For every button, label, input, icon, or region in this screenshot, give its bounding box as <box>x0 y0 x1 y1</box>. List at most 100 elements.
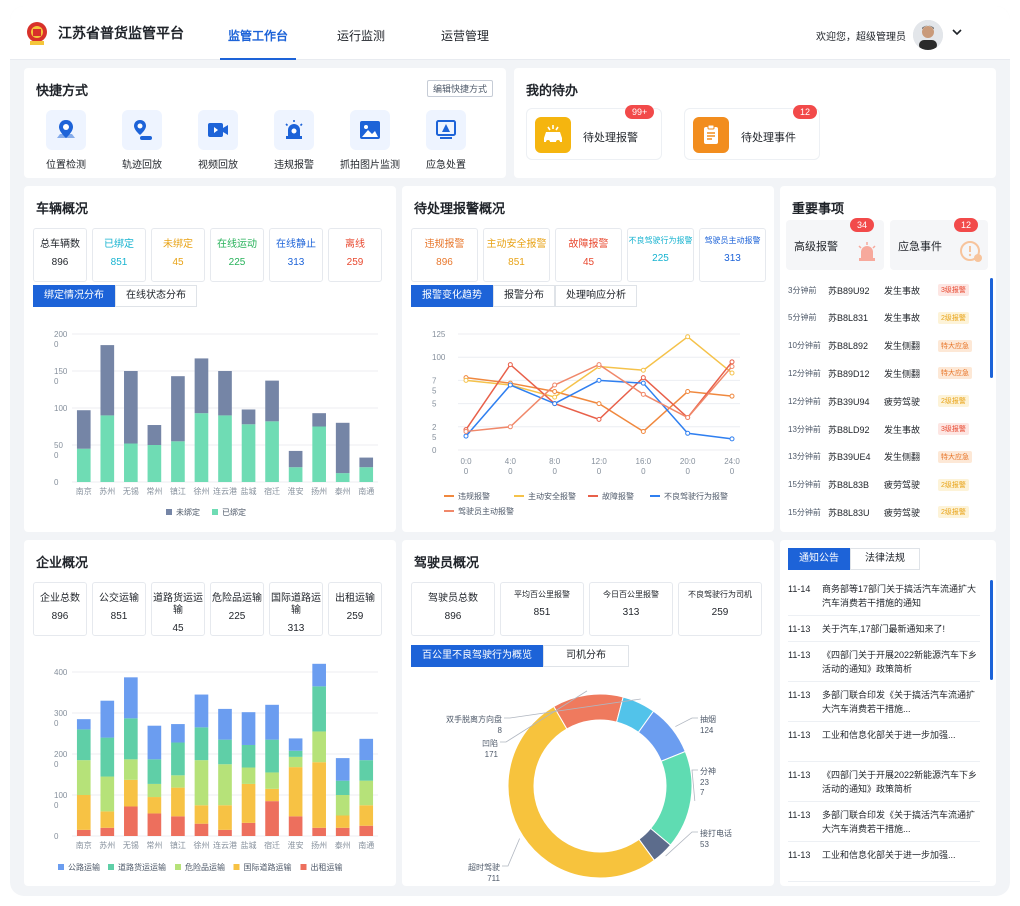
notice-item[interactable]: 11-13 工业和信息化部关于进一步加强... <box>788 728 980 742</box>
scrollbar[interactable] <box>990 278 993 378</box>
stat-label: 违规报警 <box>424 239 465 250</box>
notice-item[interactable]: 11-14 商务部等17部门关于搞活汽车流通扩大汽车消费若干措施的通知 <box>788 582 980 610</box>
notice-date: 11-13 <box>788 650 811 660</box>
nav-tab-monitoring[interactable]: 运行监测 <box>328 6 394 60</box>
alert-row[interactable]: 10分钟前 苏B8L892 发生侧翻 特大应急 <box>788 332 984 360</box>
tab-laws[interactable]: 法律法规 <box>850 548 920 570</box>
bar-segment <box>265 801 279 836</box>
bar-segment <box>171 376 185 442</box>
nav-tab-operations[interactable]: 运营管理 <box>432 6 498 60</box>
edit-shortcuts-button[interactable]: 编辑快捷方式 <box>427 80 494 97</box>
bar-segment <box>171 787 185 817</box>
notice-item[interactable]: 11-13 《四部门关于开展2022新能源汽车下乡活动的通知》政策简析 <box>788 768 980 796</box>
stat-box[interactable]: 驾驶员总数 896 <box>411 582 495 636</box>
notice-item[interactable]: 11-13 多部门联合印发《关于搞活汽车流通扩大汽车消费若干措施... <box>788 808 980 836</box>
user-avatar-icon <box>913 20 943 50</box>
stat-box[interactable]: 在线运动 225 <box>210 228 264 282</box>
stat-box[interactable]: 在线静止 313 <box>269 228 323 282</box>
avatar[interactable] <box>913 20 943 50</box>
stat-box[interactable]: 平均百公里报警 851 <box>500 582 584 636</box>
stat-box[interactable]: 国际道路运输 313 <box>269 582 323 636</box>
todo-pending-events[interactable]: 待处理事件 12 <box>684 105 820 160</box>
driver-tabs: 百公里不良驾驶行为概览 司机分布 <box>411 645 629 667</box>
nav-tab-workbench[interactable]: 监管工作台 <box>220 6 296 60</box>
tab-driver-distribution[interactable]: 司机分布 <box>543 645 629 667</box>
alert-plate: 苏B8L831 <box>828 313 869 324</box>
bar-segment <box>76 448 91 482</box>
stat-box[interactable]: 故障报警 45 <box>555 228 622 282</box>
shortcuts-card: 快捷方式 编辑快捷方式 位置检测 轨迹回放 视频回放 违规报警 抓拍图片监测 应… <box>24 68 506 178</box>
stat-box[interactable]: 违规报警 896 <box>411 228 478 282</box>
stat-label: 总车辆数 <box>40 239 80 250</box>
y-tick-label: 0 <box>54 801 59 810</box>
stat-box[interactable]: 已绑定 851 <box>92 228 146 282</box>
alert-plate: 苏B8LD92 <box>828 424 870 435</box>
todo-label: 待处理事件 <box>741 132 796 144</box>
tab-response-analysis[interactable]: 处理响应分析 <box>555 285 637 307</box>
stat-box[interactable]: 企业总数 896 <box>33 582 87 636</box>
notice-item[interactable]: 11-13 《四部门关于开展2022新能源汽车下乡活动的通知》政策简析 <box>788 648 980 676</box>
tab-alarm-distribution[interactable]: 报警分布 <box>493 285 555 307</box>
bar-segment <box>171 724 185 743</box>
todo-pending-alarms[interactable]: 待处理报警 99+ <box>526 105 662 160</box>
shortcut-location[interactable]: 位置检测 <box>36 110 96 171</box>
stat-box[interactable]: 未绑定 45 <box>151 228 205 282</box>
shortcut-video[interactable]: 视频回放 <box>188 110 248 171</box>
scrollbar[interactable] <box>990 580 993 680</box>
stat-box[interactable]: 道路货运运输 45 <box>151 582 205 636</box>
x-tick-label: 连云港 <box>213 840 237 850</box>
alert-level-badge: 特大应急 <box>938 367 972 380</box>
stat-box[interactable]: 今日百公里报警 313 <box>589 582 673 636</box>
notice-item[interactable]: 11-13 多部门联合印发《关于搞活汽车流通扩大汽车消费若干措施... <box>788 688 980 716</box>
tab-bad-driving-overview[interactable]: 百公里不良驾驶行为概览 <box>411 645 543 667</box>
stat-box[interactable]: 离线 259 <box>328 228 382 282</box>
data-point <box>596 377 602 383</box>
alert-row[interactable]: 5分钟前 苏B8L831 发生事故 2级报警 <box>788 304 984 332</box>
stat-box[interactable]: 公交运输 851 <box>92 582 146 636</box>
bar-segment <box>359 760 374 781</box>
alert-row[interactable]: 12分钟前 苏B39U94 疲劳驾驶 2级报警 <box>788 387 984 415</box>
shortcut-emergency[interactable]: 应急处置 <box>416 110 476 171</box>
stat-box[interactable]: 不良驾驶行为司机 259 <box>678 582 762 636</box>
todo-label: 待处理报警 <box>583 132 638 144</box>
x-tick-label: 镇江 <box>170 486 186 496</box>
alert-row[interactable]: 12分钟前 苏B89D12 发生侧翻 特大应急 <box>788 359 984 387</box>
alert-row[interactable]: 3分钟前 苏B89U92 发生事故 3级报警 <box>788 276 984 304</box>
alert-row[interactable]: 13分钟前 苏B8LD92 发生事故 3级报警 <box>788 415 984 443</box>
donut-slice <box>507 705 655 879</box>
slice-label: 分神 <box>700 766 716 776</box>
x-tick-label: 0 <box>730 467 735 476</box>
tab-online-distribution[interactable]: 在线状态分布 <box>115 285 197 307</box>
shortcut-snapshot[interactable]: 抓拍图片监测 <box>340 110 400 171</box>
box-label: 高级报警 <box>794 241 838 253</box>
shortcut-track[interactable]: 轨迹回放 <box>112 110 172 171</box>
bar-segment <box>359 805 374 826</box>
stat-box[interactable]: 出租运输 259 <box>328 582 382 636</box>
x-tick-label: 盐城 <box>241 840 257 850</box>
alert-row[interactable]: 15分钟前 苏B8L83B 疲劳驾驶 2级报警 <box>788 471 984 499</box>
alert-plate: 苏B39UE4 <box>828 452 871 463</box>
shortcut-violation-alarm[interactable]: 违规报警 <box>264 110 324 171</box>
stat-box[interactable]: 危险品运输 225 <box>210 582 264 636</box>
notice-item[interactable]: 11-13 工业和信息化部关于进一步加强... <box>788 848 980 862</box>
bar-segment <box>265 788 279 802</box>
data-point <box>463 428 469 434</box>
alert-row[interactable]: 15分钟前 苏B8L83U 疲劳驾驶 2级报警 <box>788 498 984 526</box>
stat-box[interactable]: 主动安全报警 851 <box>483 228 550 282</box>
location-icon <box>57 120 75 138</box>
stat-box[interactable]: 驾驶员主动报警 313 <box>699 228 766 282</box>
advanced-alarm-box[interactable]: 高级报警 34 <box>786 218 884 270</box>
alert-row[interactable]: 13分钟前 苏B39UE4 发生侧翻 特大应急 <box>788 443 984 471</box>
alert-level-badge: 特大应急 <box>938 450 972 463</box>
tab-binding-distribution[interactable]: 绑定情况分布 <box>33 285 115 307</box>
chevron-down-icon[interactable] <box>951 26 963 41</box>
stat-label: 出租运输 <box>335 593 375 604</box>
tab-notices[interactable]: 通知公告 <box>788 548 850 570</box>
bar-segment <box>100 827 115 836</box>
stat-box[interactable]: 不良驾驶行为报警 225 <box>627 228 694 282</box>
emergency-event-box[interactable]: 应急事件 12 <box>890 218 988 270</box>
tab-alarm-trend[interactable]: 报警变化趋势 <box>411 285 493 307</box>
stat-value: 851 <box>110 611 128 622</box>
stat-box[interactable]: 总车辆数 896 <box>33 228 87 282</box>
notice-item[interactable]: 11-13 关于汽车,17部门最新通知来了! <box>788 622 980 636</box>
